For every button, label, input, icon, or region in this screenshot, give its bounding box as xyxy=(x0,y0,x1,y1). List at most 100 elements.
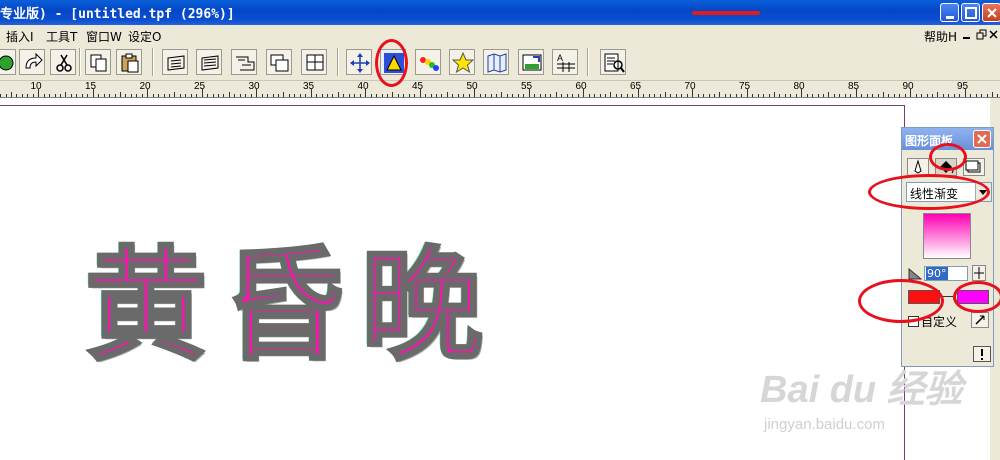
ruler-tick xyxy=(288,94,290,97)
ruler-tick xyxy=(49,94,51,97)
ruler-tick xyxy=(817,94,819,97)
menu-tools[interactable]: 工具T xyxy=(46,28,77,45)
align-button[interactable] xyxy=(196,49,222,75)
ruler-tick xyxy=(654,94,655,97)
ruler-tick xyxy=(168,94,170,97)
angle-spinner[interactable] xyxy=(972,265,986,281)
preview-button[interactable] xyxy=(600,49,626,75)
ruler-tick xyxy=(316,94,318,97)
ruler-tick xyxy=(43,94,45,97)
redo-button[interactable] xyxy=(19,49,45,75)
tab-shadow[interactable] xyxy=(963,158,985,176)
angle-input[interactable]: 90° xyxy=(924,266,968,281)
ruler-label: 40 xyxy=(357,81,369,92)
custom-checkbox[interactable] xyxy=(908,316,919,327)
ruler-tick xyxy=(921,94,923,97)
window-title: 专业版) - [untitled.tpf (296%)] xyxy=(0,7,235,22)
transform-button[interactable] xyxy=(231,49,257,75)
ruler-tick xyxy=(234,94,236,97)
panel-title-bar: 图形面板 xyxy=(902,128,993,150)
ruler-tick xyxy=(991,92,993,97)
group-button[interactable] xyxy=(301,49,327,75)
ruler-tick xyxy=(463,94,465,97)
color-button[interactable] xyxy=(415,49,441,75)
close-window-button[interactable] xyxy=(982,3,1000,22)
ruler-tick xyxy=(261,94,263,97)
layers-button[interactable] xyxy=(266,49,292,75)
ruler-tick xyxy=(5,94,7,97)
move-icon xyxy=(350,53,370,73)
tab-fill[interactable] xyxy=(935,158,957,176)
ruler-label: 35 xyxy=(302,81,315,92)
star-button[interactable] xyxy=(449,49,475,75)
artwork-text[interactable]: 黄昏晚 xyxy=(84,230,495,405)
ruler-label: 30 xyxy=(248,81,260,92)
ruler-tick xyxy=(408,94,410,97)
mdi-close-icon[interactable] xyxy=(988,28,1000,42)
ruler-tick xyxy=(823,94,824,97)
copy-button[interactable] xyxy=(85,49,111,75)
ruler-label: 45 xyxy=(411,81,424,92)
panel-title: 图形面板 xyxy=(905,134,954,148)
minimize-button[interactable] xyxy=(940,3,959,22)
new-button[interactable] xyxy=(0,49,16,75)
frame-button[interactable] xyxy=(162,49,188,75)
star-icon xyxy=(452,52,474,74)
ruler-tick xyxy=(959,94,961,97)
move-button[interactable] xyxy=(346,49,372,75)
mdi-minimize-icon[interactable] xyxy=(960,28,974,42)
menu-window[interactable]: 窗口W xyxy=(86,28,122,45)
ruler-label: 90 xyxy=(902,81,914,92)
map-button[interactable] xyxy=(483,49,509,75)
ruler-tick xyxy=(337,92,339,97)
cut-button[interactable] xyxy=(50,49,76,75)
figure-fill-button[interactable] xyxy=(380,49,406,75)
ruler-tick xyxy=(812,94,814,97)
tab-pen[interactable] xyxy=(907,158,929,176)
ruler-tick xyxy=(588,94,590,97)
ruler-tick xyxy=(899,94,901,97)
ruler-tick xyxy=(708,94,710,97)
ruler-tick xyxy=(501,92,503,97)
ruler-tick xyxy=(953,94,955,97)
paste-button[interactable] xyxy=(116,49,142,75)
ruler-tick xyxy=(790,94,792,97)
close-icon xyxy=(977,134,987,144)
menu-insert[interactable]: 插入I xyxy=(6,28,34,45)
ruler-tick xyxy=(446,92,448,97)
layers-icon xyxy=(270,54,289,72)
ruler-tick xyxy=(321,94,323,97)
watermark-logo: Bai du 经验 xyxy=(760,369,963,411)
ruler-tick xyxy=(763,94,764,97)
menu-help[interactable]: 帮助H xyxy=(924,28,957,45)
panel-close-button[interactable] xyxy=(973,130,991,148)
ruler-tick xyxy=(648,94,650,97)
ruler-tick xyxy=(806,94,808,97)
menu-settings[interactable]: 设定O xyxy=(128,28,161,45)
text-grid-button[interactable]: A xyxy=(552,49,578,75)
ruler-tick xyxy=(719,92,721,97)
ruler-tick xyxy=(392,92,394,97)
gradient-type-select[interactable]: 线性渐变 xyxy=(906,182,992,202)
ruler-tick xyxy=(158,94,159,97)
ruler-tick xyxy=(605,94,606,97)
start-color-swatch[interactable] xyxy=(908,290,940,304)
ruler-label: 95 xyxy=(956,81,969,92)
custom-options-button[interactable] xyxy=(971,312,989,328)
ruler-tick xyxy=(735,94,737,97)
menu-bar: 插入I 工具T 窗口W 设定O 帮助H xyxy=(0,25,1000,45)
ruler-tick xyxy=(506,94,508,97)
copy-icon xyxy=(90,54,107,72)
ruler-tick xyxy=(403,94,405,97)
maximize-button[interactable] xyxy=(961,3,980,22)
ruler-tick xyxy=(441,94,443,97)
end-color-swatch[interactable] xyxy=(957,290,989,304)
image-button[interactable] xyxy=(518,49,544,75)
mdi-restore-icon[interactable] xyxy=(975,28,989,42)
ruler-tick xyxy=(185,94,187,97)
ruler-label: 85 xyxy=(847,81,860,92)
ruler-tick xyxy=(926,94,928,97)
frame-icon xyxy=(167,55,185,71)
image-icon xyxy=(522,54,542,71)
ruler-tick xyxy=(784,94,786,97)
